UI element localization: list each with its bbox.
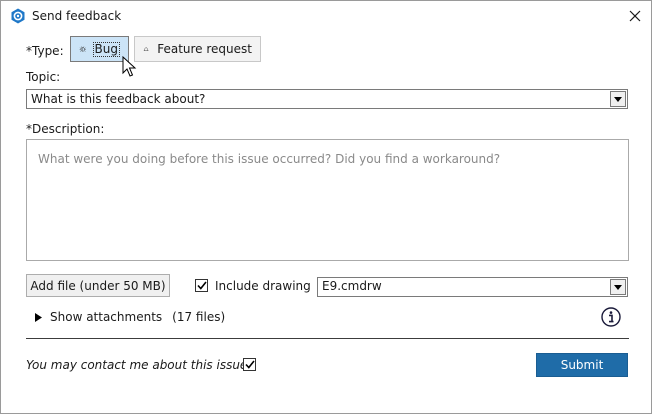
include-drawing-checkbox[interactable] xyxy=(195,279,208,292)
title-bar: Send feedback xyxy=(1,1,651,31)
info-icon[interactable] xyxy=(601,307,621,327)
close-icon xyxy=(629,10,641,22)
bell-icon xyxy=(143,47,149,51)
topic-selected-value: What is this feedback about? xyxy=(31,92,206,106)
show-attachments-toggle[interactable]: Show attachments (17 files) xyxy=(35,310,225,324)
topic-dropdown-arrow[interactable] xyxy=(610,91,626,107)
topic-label: Topic: xyxy=(26,70,61,84)
type-bug-button[interactable]: Bug xyxy=(70,36,129,62)
bug-button-label: Bug xyxy=(92,41,120,57)
type-label: *Type: xyxy=(26,44,64,58)
close-button[interactable] xyxy=(621,3,649,29)
window-title: Send feedback xyxy=(32,9,122,23)
topic-dropdown[interactable]: What is this feedback about? xyxy=(26,89,628,109)
contact-permission-label: You may contact me about this issue xyxy=(26,358,248,372)
app-gear-icon xyxy=(11,8,25,24)
description-label: *Description: xyxy=(26,122,105,136)
footer-divider xyxy=(26,338,629,339)
checkmark-icon xyxy=(196,281,207,290)
checkmark-icon xyxy=(244,360,255,369)
drawing-file-value: E9.cmdrw xyxy=(322,279,382,293)
bug-icon xyxy=(79,46,86,52)
chevron-down-icon xyxy=(614,96,622,102)
feedback-dialog: Send feedback *Type: Bug Feature request… xyxy=(0,0,652,414)
add-file-button[interactable]: Add file (under 50 MB) xyxy=(26,274,170,297)
type-feature-request-button[interactable]: Feature request xyxy=(134,36,261,62)
chevron-down-icon xyxy=(614,284,622,290)
submit-button[interactable]: Submit xyxy=(536,353,628,377)
description-placeholder: What were you doing before this issue oc… xyxy=(38,152,501,166)
attachments-count: (17 files) xyxy=(172,310,226,324)
show-attachments-label: Show attachments xyxy=(50,310,163,324)
description-textarea[interactable]: What were you doing before this issue oc… xyxy=(26,139,629,261)
feature-request-button-label: Feature request xyxy=(157,42,252,56)
expand-triangle-icon xyxy=(35,312,42,322)
include-drawing-label: Include drawing xyxy=(215,279,311,293)
contact-permission-checkbox[interactable] xyxy=(243,358,256,371)
drawing-file-dropdown[interactable]: E9.cmdrw xyxy=(317,277,628,297)
drawing-dropdown-arrow[interactable] xyxy=(610,279,626,295)
